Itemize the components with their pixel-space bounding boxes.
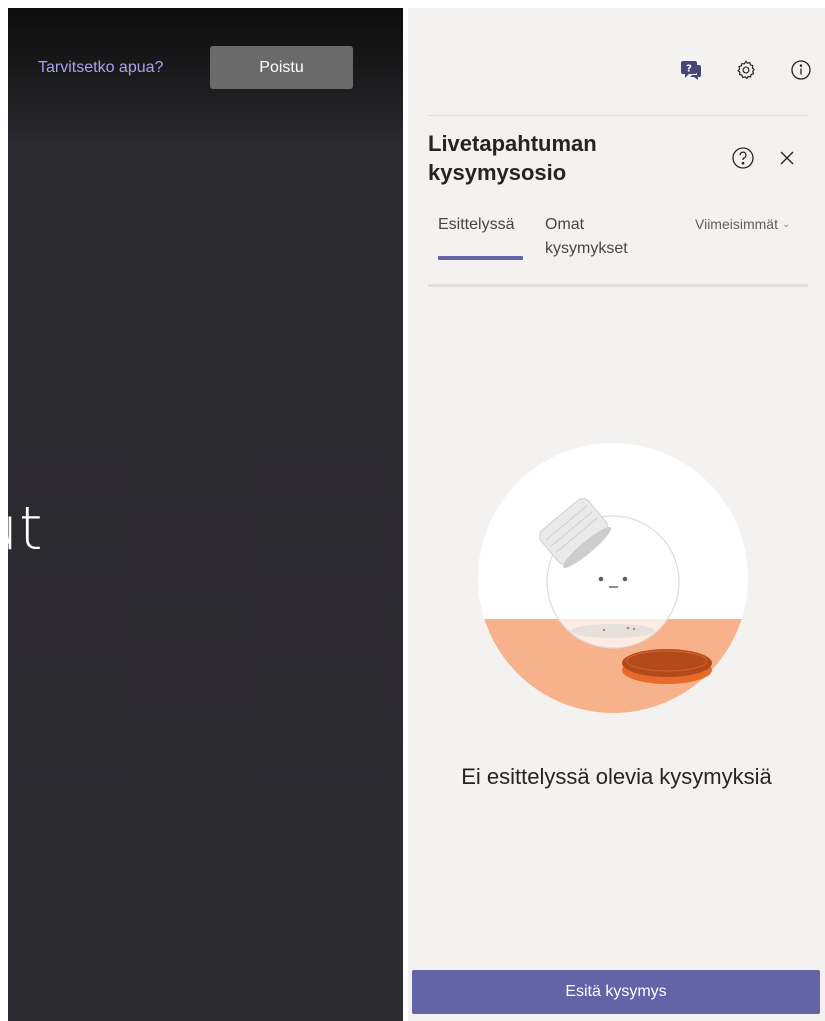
sort-dropdown[interactable]: Viimeisimmät ⌄ [695,216,790,232]
close-icon[interactable] [775,146,799,170]
ask-question-button[interactable]: Esitä kysymys [412,970,820,1014]
gear-icon[interactable] [731,55,761,85]
help-link[interactable]: Tarvitsetko apua? [38,59,163,77]
panel-title-line2: kysymysosio [428,160,567,185]
empty-jar-illustration [478,442,748,714]
stage-caption: ut [8,494,44,564]
panel-toolbar: ? [625,55,825,85]
sort-label: Viimeisimmät [695,216,778,232]
tabs-divider [428,284,808,287]
info-icon[interactable] [786,55,816,85]
panel-title-line1: Livetapahtuman [428,131,597,156]
help-icon[interactable] [730,145,756,171]
divider [428,115,808,116]
video-stage: Tarvitsetko apua? Poistu ut [8,8,403,1021]
tab-my-questions[interactable]: Omat kysymykset [545,213,655,261]
empty-state-message: Ei esittelyssä olevia kysymyksiä [461,764,772,789]
tab-selected-indicator [438,256,523,260]
exit-button[interactable]: Poistu [210,46,353,89]
chevron-down-icon: ⌄ [781,219,791,230]
tab-my-questions-line1: Omat [545,216,585,233]
qna-icon[interactable]: ? [676,55,706,85]
tab-featured[interactable]: Esittelyssä [438,213,514,237]
qna-panel: ? Livetapahtuman kysymysosio Esittelyssä… [408,8,825,1021]
tab-my-questions-line2: kysymykset [545,240,628,257]
svg-text:?: ? [686,64,692,75]
panel-title: Livetapahtuman kysymysosio [428,129,688,187]
